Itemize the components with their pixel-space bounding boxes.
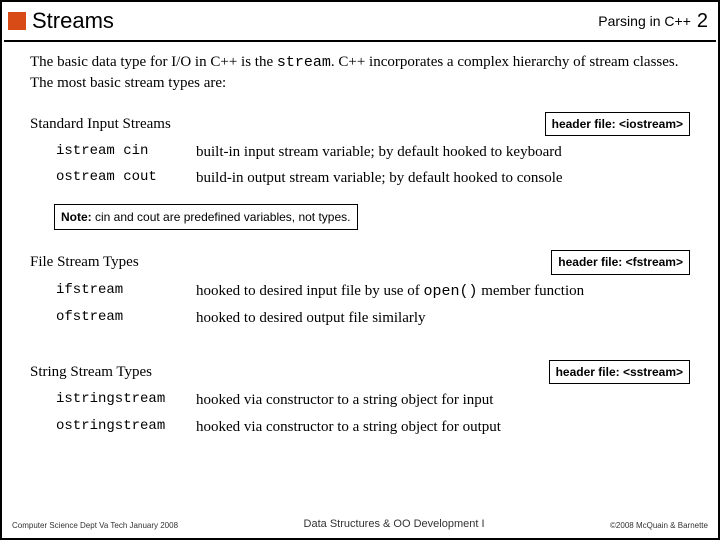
item-row: ofstream hooked to desired output file s…: [56, 308, 690, 328]
item-desc: hooked to desired output file similarly: [196, 308, 426, 328]
section-items: istringstream hooked via constructor to …: [56, 390, 690, 437]
intro-pre: The basic data type for I/O in C++ is th…: [30, 54, 277, 70]
section-heading: Standard Input Streams: [30, 114, 171, 134]
item-desc: hooked to desired input file by use of o…: [196, 281, 584, 302]
item-row: ifstream hooked to desired input file by…: [56, 281, 690, 302]
section-file-streams: File Stream Types header file: <fstream>: [30, 250, 690, 274]
item-name: ifstream: [56, 281, 196, 302]
header-file-box: header file: <iostream>: [545, 112, 690, 136]
item-row: istringstream hooked via constructor to …: [56, 390, 690, 410]
slide-header: Streams Parsing in C++ 2: [2, 2, 718, 40]
item-desc-post: member function: [477, 283, 584, 299]
item-desc: hooked via constructor to a string objec…: [196, 417, 501, 437]
header-bullet-icon: [8, 12, 26, 30]
item-name: ostringstream: [56, 417, 196, 437]
note-box: Note: cin and cout are predefined variab…: [54, 204, 358, 230]
item-desc: built-in input stream variable; by defau…: [196, 142, 562, 162]
note-label: Note:: [61, 210, 95, 224]
note-text: cin and cout are predefined variables, n…: [95, 210, 351, 224]
item-row: istream cin built-in input stream variab…: [56, 142, 690, 162]
item-desc-pre: hooked to desired input file by use of: [196, 283, 423, 299]
item-name: istringstream: [56, 390, 196, 410]
item-desc-code: open(): [423, 283, 477, 300]
slide-title: Streams: [32, 8, 598, 34]
section-heading: File Stream Types: [30, 252, 139, 272]
footer-right: ©2008 McQuain & Barnette: [610, 521, 708, 530]
header-file-box: header file: <sstream>: [549, 360, 690, 384]
item-row: ostream cout build-in output stream vari…: [56, 168, 690, 188]
page-number: 2: [697, 10, 708, 33]
item-desc: build-in output stream variable; by defa…: [196, 168, 563, 188]
footer-center: Data Structures & OO Development I: [304, 518, 485, 530]
item-name: ostream cout: [56, 168, 196, 188]
item-name: ofstream: [56, 308, 196, 328]
section-standard-streams: Standard Input Streams header file: <ios…: [30, 112, 690, 136]
section-items: istream cin built-in input stream variab…: [56, 142, 690, 189]
slide-body: The basic data type for I/O in C++ is th…: [2, 42, 718, 437]
section-string-streams: String Stream Types header file: <sstrea…: [30, 360, 690, 384]
section-heading: String Stream Types: [30, 362, 152, 382]
item-desc: hooked via constructor to a string objec…: [196, 390, 493, 410]
header-file-box: header file: <fstream>: [551, 250, 690, 274]
intro-paragraph: The basic data type for I/O in C++ is th…: [30, 52, 690, 94]
item-row: ostringstream hooked via constructor to …: [56, 417, 690, 437]
header-context: Parsing in C++: [598, 13, 691, 29]
footer-left: Computer Science Dept Va Tech January 20…: [12, 521, 178, 530]
section-items: ifstream hooked to desired input file by…: [56, 281, 690, 329]
item-name: istream cin: [56, 142, 196, 162]
slide-page: Streams Parsing in C++ 2 The basic data …: [0, 0, 720, 540]
spacer: [30, 334, 690, 352]
slide-footer: Computer Science Dept Va Tech January 20…: [2, 518, 718, 530]
intro-code: stream: [277, 54, 331, 71]
